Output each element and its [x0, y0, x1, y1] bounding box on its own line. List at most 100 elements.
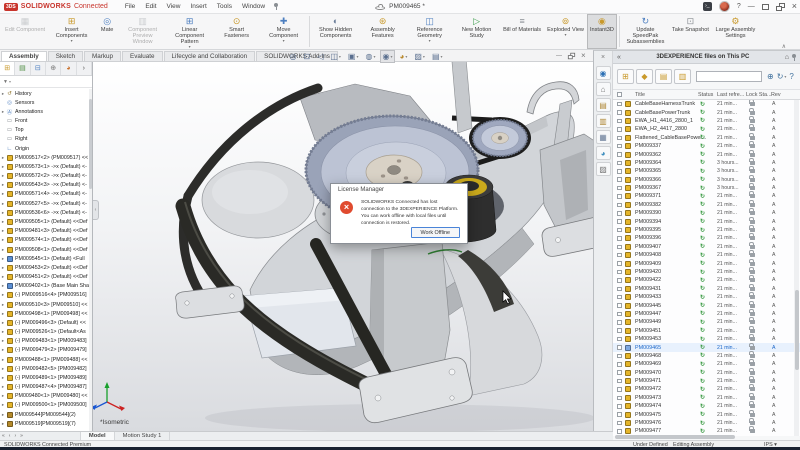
- tree-item[interactable]: ▸PM009517<2> (PM009517) <<: [0, 153, 89, 162]
- row-checkbox[interactable]: [617, 394, 622, 402]
- tree-item[interactable]: ▸PM009571<4> ->x (Default) <-: [0, 190, 89, 199]
- tree-item[interactable]: ▸PM009573<1> ->x (Default) <-: [0, 162, 89, 171]
- tree-item[interactable]: ▸(-) PM009526<1> (Default<As: [0, 327, 89, 336]
- row-checkbox[interactable]: [617, 159, 622, 167]
- dropdown-caret-icon[interactable]: ▾: [441, 52, 443, 61]
- row-checkbox[interactable]: [617, 343, 622, 351]
- view-settings-icon[interactable]: ▤▾: [429, 50, 445, 63]
- tree-item[interactable]: ▭Top: [0, 126, 89, 135]
- tree-item[interactable]: ▸(-) PM009487<4> [PM009487]: [0, 383, 89, 392]
- minimize-button[interactable]: —: [748, 1, 755, 12]
- tree-item[interactable]: ▸PM009453<2> (Default) <<Def: [0, 263, 89, 272]
- display-style-icon[interactable]: ◍▾: [363, 50, 378, 63]
- doc-close-button[interactable]: ×: [581, 51, 586, 60]
- file-row[interactable]: PM009420↻21 min...A: [613, 268, 800, 276]
- row-checkbox[interactable]: [617, 327, 622, 335]
- row-checkbox[interactable]: [617, 117, 622, 125]
- tree-item[interactable]: ∟Origin: [0, 144, 89, 153]
- tab-sketch[interactable]: Sketch: [48, 51, 83, 62]
- row-checkbox[interactable]: [617, 192, 622, 200]
- cad-model[interactable]: [93, 62, 593, 431]
- tab-markup[interactable]: Markup: [84, 51, 121, 62]
- file-row[interactable]: PM009396↻21 min...A: [613, 234, 800, 242]
- row-checkbox[interactable]: [617, 243, 622, 251]
- dropdown-caret-icon[interactable]: ▾: [189, 45, 191, 49]
- file-row[interactable]: PM009395↻21 min...A: [613, 226, 800, 234]
- row-checkbox[interactable]: [617, 410, 622, 418]
- ribbon-button-update-speedpak-subassemblies[interactable]: ↻Update SpeedPak Subassemblies: [622, 14, 669, 49]
- menu-edit[interactable]: Edit: [140, 1, 161, 12]
- row-checkbox[interactable]: [617, 318, 622, 326]
- tree-item[interactable]: ▸PM009480<1> [PM009480] <<: [0, 392, 89, 401]
- zoom-to-fit-icon[interactable]: ◎: [287, 50, 299, 63]
- filter-folders-button[interactable]: ▥: [674, 69, 691, 84]
- file-row[interactable]: PM009394↻21 min...A: [613, 217, 800, 225]
- tree-item[interactable]: ▸PM009527<5> ->x (Default) <-: [0, 199, 89, 208]
- row-checkbox[interactable]: [617, 285, 622, 293]
- dropdown-caret-icon[interactable]: ▾: [405, 52, 407, 61]
- menu-insert[interactable]: Insert: [186, 1, 212, 12]
- task-pane-tab-appearances-scenes[interactable]: ◕: [596, 146, 611, 160]
- file-row[interactable]: PM009364↻3 hours...A: [613, 159, 800, 167]
- tree-item[interactable]: ▸PM009536<6> ->x (Default) <-: [0, 208, 89, 217]
- row-checkbox[interactable]: [617, 360, 622, 368]
- help-button[interactable]: ?: [737, 1, 741, 12]
- row-checkbox[interactable]: [617, 167, 622, 175]
- row-checkbox[interactable]: [617, 268, 622, 276]
- row-checkbox[interactable]: [617, 150, 622, 158]
- row-checkbox[interactable]: [617, 369, 622, 377]
- menu-window[interactable]: Window: [237, 1, 270, 12]
- file-row[interactable]: PM009449↻21 min...A: [613, 318, 800, 326]
- file-row[interactable]: PM009407↻21 min...A: [613, 243, 800, 251]
- file-row[interactable]: PM009409↻21 min...A: [613, 259, 800, 267]
- previous-view-icon[interactable]: ◁: [315, 50, 326, 63]
- tab-lifecycle-and-collaboration[interactable]: Lifecycle and Collaboration: [164, 51, 256, 62]
- home-icon[interactable]: ⌂: [785, 54, 789, 61]
- dropdown-caret-icon[interactable]: ▾: [429, 39, 431, 43]
- task-pane-tab-design-library[interactable]: ▤: [596, 98, 611, 112]
- tree-filter-row[interactable]: ▼ ▾: [0, 76, 92, 88]
- file-row[interactable]: EWA_H1_4416_2800_1↻21 min...A: [613, 117, 800, 125]
- more-tab-icon[interactable]: ›: [77, 62, 92, 75]
- ribbon-button-take-snapshot[interactable]: ⊡Take Snapshot: [669, 14, 712, 49]
- tree-item[interactable]: ▸(-) PM009479<2> [PM009479]: [0, 346, 89, 355]
- file-row[interactable]: PM009337↻21 min...A: [613, 142, 800, 150]
- dropdown-caret-icon[interactable]: ▾: [373, 52, 375, 61]
- select-all-checkbox[interactable]: [617, 92, 622, 97]
- row-checkbox[interactable]: [617, 377, 622, 385]
- vertical-scrollbar[interactable]: [794, 100, 799, 436]
- row-checkbox[interactable]: [617, 335, 622, 343]
- column-header-lock-sta[interactable]: Lock Sta...: [746, 92, 771, 98]
- ribbon-button-new-motion-study[interactable]: ▷New Motion Study: [453, 14, 500, 49]
- row-checkbox[interactable]: [617, 134, 622, 142]
- menu-view[interactable]: View: [162, 1, 186, 12]
- filter-assemblies-button[interactable]: ⊞: [617, 69, 634, 84]
- displaymanager-tab-icon[interactable]: ◕: [61, 62, 76, 75]
- restore-button[interactable]: [776, 3, 785, 11]
- file-row[interactable]: PM009475↻21 min...A: [613, 410, 800, 418]
- column-header-last-refre[interactable]: Last refre...: [717, 92, 744, 98]
- dropdown-caret-icon[interactable]: ▾: [283, 39, 285, 43]
- file-row[interactable]: PM009431↻21 min...A: [613, 285, 800, 293]
- doc-minimize-button[interactable]: —: [556, 53, 562, 59]
- row-checkbox[interactable]: [617, 142, 622, 150]
- hide-show-items-icon[interactable]: ◉▾: [380, 50, 395, 63]
- file-row[interactable]: PM009468↻21 min...A: [613, 352, 800, 360]
- tree-item[interactable]: ▸↺History: [0, 89, 89, 98]
- menu-tools[interactable]: Tools: [212, 1, 237, 12]
- row-checkbox[interactable]: [617, 310, 622, 318]
- row-checkbox[interactable]: [617, 402, 622, 410]
- ribbon-button-instant3d[interactable]: ◉Instant3D: [587, 14, 617, 49]
- task-pane-tab-view-palette[interactable]: ▦: [596, 130, 611, 144]
- row-checkbox[interactable]: [617, 100, 622, 108]
- tree-item[interactable]: ▸(-) PM009483<1> [PM009483]: [0, 337, 89, 346]
- tree-item[interactable]: ▭Front: [0, 117, 89, 126]
- tree-item[interactable]: ▸PM009510<3> [PM009510] <<: [0, 300, 89, 309]
- tree-item[interactable]: ▸PM009505<1> (Default) <<Def: [0, 217, 89, 226]
- tree-item[interactable]: ▸PM009402<1> (Base Main Shaf: [0, 282, 89, 291]
- close-button[interactable]: ×: [792, 1, 797, 12]
- propertymanager-tab-icon[interactable]: ▤: [15, 62, 30, 75]
- filter-drawings-button[interactable]: ▤: [655, 69, 672, 84]
- tree-item[interactable]: ▸PM009498<1> [PM009498] <<: [0, 309, 89, 318]
- tree-item[interactable]: ▸PM009572<2> ->x (Default) <-: [0, 172, 89, 181]
